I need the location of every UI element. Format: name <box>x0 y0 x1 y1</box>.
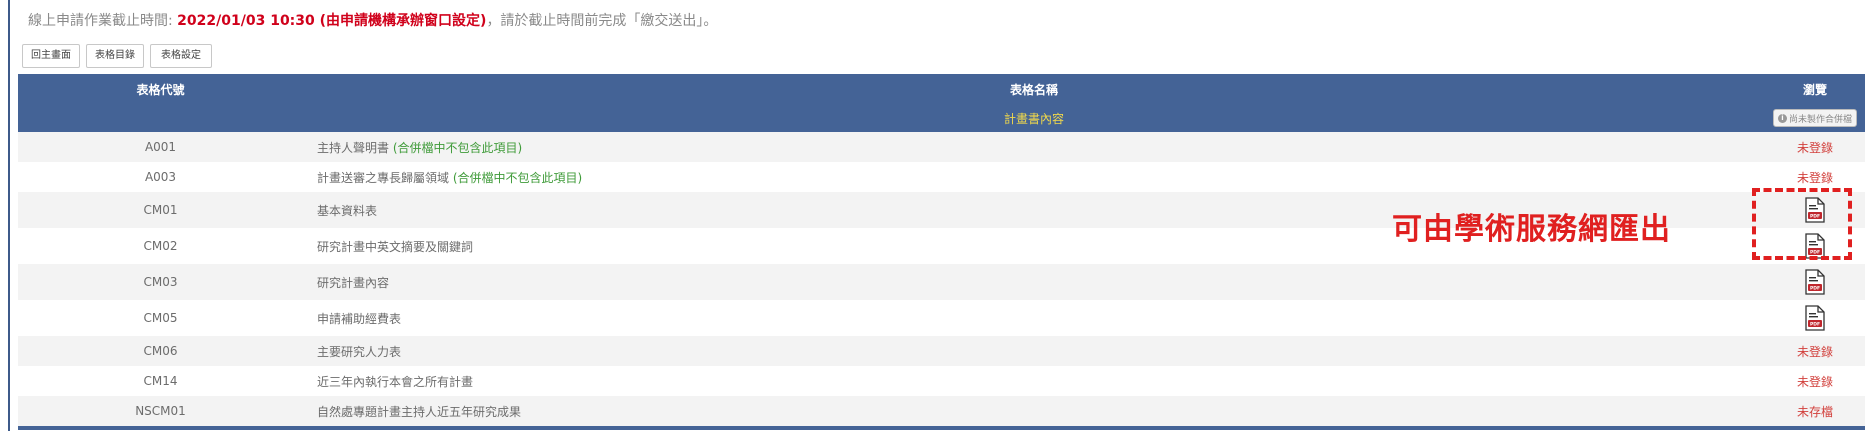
row-status-link[interactable]: 未登錄 <box>1797 375 1833 389</box>
row-name: 主持人聲明書 <box>317 140 390 155</box>
table-row: A001 主持人聲明書 (合併檔中不包含此項目) 未登錄 <box>18 132 1865 162</box>
info-icon: i <box>1777 113 1787 123</box>
row-view-cell: 未登錄 <box>1765 132 1865 162</box>
row-code: CM01 <box>18 192 303 228</box>
row-name: 申請補助經費表 <box>317 311 402 326</box>
notice-suffix: ，請於截止時間前完成「繳交送出」。 <box>486 13 718 29</box>
header-view: 瀏覽 <box>1765 74 1865 104</box>
table-row: CM06 主要研究人力表 未登錄 <box>18 336 1865 366</box>
deadline-notice: 線上申請作業截止時間: 2022/01/03 10:30 (由申請機構承辦窗口設… <box>28 10 717 30</box>
row-view-cell: PDF <box>1765 264 1865 300</box>
pdf-icon[interactable]: PDF <box>1804 305 1826 331</box>
table-row: A003 計畫送審之專長歸屬領域 (合併檔中不包含此項目) 未登錄 <box>18 162 1865 192</box>
svg-text:PDF: PDF <box>1810 322 1820 328</box>
notice-deadline: 2022/01/03 10:30 (由申請機構承辦窗口設定) <box>177 13 487 29</box>
row-status-link[interactable]: 未登錄 <box>1797 171 1833 185</box>
table-row: CM03 研究計畫內容 PDF <box>18 264 1865 300</box>
row-name: 基本資料表 <box>317 203 378 218</box>
row-name-cell: 近三年內執行本會之所有計畫 <box>303 366 1765 396</box>
home-button[interactable]: 回主畫面 <box>22 44 80 68</box>
row-name-cell: 研究計畫內容 <box>303 264 1765 300</box>
row-status-link[interactable]: 未登錄 <box>1797 345 1833 359</box>
row-name-cell: 主持人聲明書 (合併檔中不包含此項目) <box>303 132 1765 162</box>
pdf-icon[interactable]: PDF <box>1804 269 1826 295</box>
merge-file-button[interactable]: i 尚未製作合併檔 <box>1772 109 1857 127</box>
row-name: 主要研究人力表 <box>317 344 402 359</box>
table-row: CM05 申請補助經費表 PDF <box>18 300 1865 336</box>
header-code: 表格代號 <box>18 74 303 104</box>
row-code: CM03 <box>18 264 303 300</box>
row-name: 研究計畫中英文摘要及關鍵詞 <box>317 239 474 254</box>
annotation-dashed-box <box>1752 188 1852 260</box>
row-code: CM06 <box>18 336 303 366</box>
row-code: A001 <box>18 132 303 162</box>
row-name-cell: 申請補助經費表 <box>303 300 1765 336</box>
merge-file-label: 尚未製作合併檔 <box>1788 114 1852 125</box>
row-name: 計畫送審之專長歸屬領域 <box>317 170 450 185</box>
row-name: 自然處專題計畫主持人近五年研究成果 <box>317 404 522 419</box>
annotation-text: 可由學術服務網匯出 <box>1392 212 1671 247</box>
row-code: CM05 <box>143 311 178 325</box>
row-name-cell: 主要研究人力表 <box>303 336 1765 366</box>
form-settings-button[interactable]: 表格設定 <box>150 44 212 68</box>
left-border-rule <box>8 0 10 431</box>
section-row: 計畫書內容 i 尚未製作合併檔 <box>18 104 1865 132</box>
row-note: (合併檔中不包含此項目) <box>389 140 523 155</box>
toolbar: 回主畫面 表格目錄 表格設定 <box>22 44 212 68</box>
row-name-cell: 計畫送審之專長歸屬領域 (合併檔中不包含此項目) <box>303 162 1765 192</box>
row-view-cell: 未登錄 <box>1765 336 1865 366</box>
row-code: CM14 <box>143 374 178 388</box>
row-view-cell: PDF <box>1765 300 1865 336</box>
svg-text:PDF: PDF <box>1810 286 1820 292</box>
row-name-cell: 自然處專題計畫主持人近五年研究成果 <box>303 396 1765 426</box>
section-title: 計畫書內容 <box>1003 111 1064 126</box>
notice-prefix: 線上申請作業截止時間: <box>28 13 178 29</box>
row-note: (合併檔中不包含此項目) <box>449 170 583 185</box>
row-code: A003 <box>144 170 177 184</box>
row-status-link[interactable]: 未登錄 <box>1797 141 1833 155</box>
table-row: NSCM01 自然處專題計畫主持人近五年研究成果 未存檔 <box>18 396 1865 426</box>
row-view-cell: 未存檔 <box>1765 396 1865 426</box>
row-code: CM02 <box>143 239 178 253</box>
row-name: 近三年內執行本會之所有計畫 <box>317 374 474 389</box>
row-name: 研究計畫內容 <box>317 275 390 290</box>
header-name: 表格名稱 <box>303 74 1765 104</box>
form-table: 表格代號 表格名稱 瀏覽 計畫書內容 i 尚未製作合併檔 A001 主持人聲明書 (… <box>18 74 1865 430</box>
row-code: NSCM01 <box>18 396 303 426</box>
form-list-button[interactable]: 表格目錄 <box>86 44 144 68</box>
row-status-link[interactable]: 未存檔 <box>1797 405 1833 419</box>
row-view-cell: 未登錄 <box>1765 366 1865 396</box>
table-bottom-rule <box>18 426 1865 430</box>
table-row: CM14 近三年內執行本會之所有計畫 未登錄 <box>18 366 1865 396</box>
